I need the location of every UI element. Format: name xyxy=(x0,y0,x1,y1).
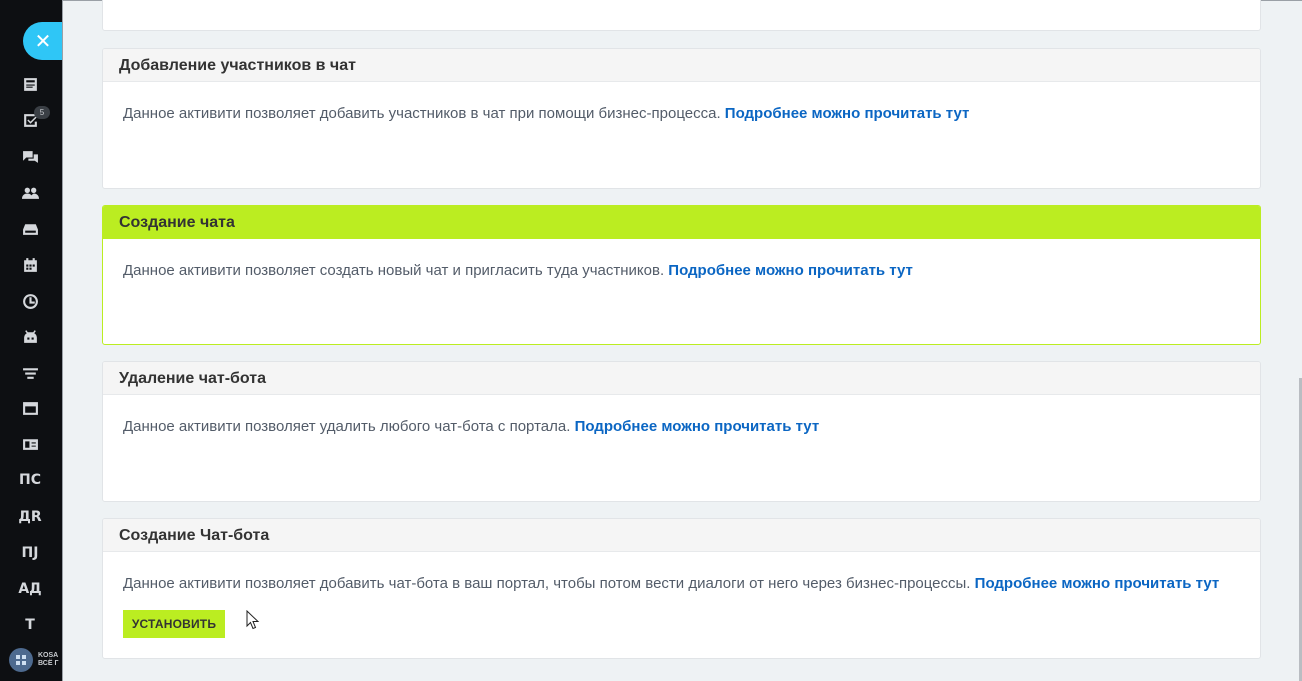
card-description: Данное активити позволяет удалить любого… xyxy=(103,395,1260,435)
description-text: Данное активити позволяет добавить участ… xyxy=(123,105,721,122)
chat-icon[interactable] xyxy=(21,148,39,166)
robot-icon[interactable] xyxy=(21,328,39,346)
card-title: Добавление участников в чат xyxy=(103,49,1260,82)
clock-icon[interactable] xyxy=(21,292,39,310)
logo-icon xyxy=(9,648,33,672)
activity-card-create-chatbot: Создание Чат-бота Данное активити позвол… xyxy=(102,518,1261,659)
read-more-link[interactable]: Подробнее можно прочитать тут xyxy=(975,575,1220,592)
calendar-icon[interactable] xyxy=(21,256,39,274)
users-icon[interactable] xyxy=(21,184,39,202)
read-more-link[interactable]: Подробнее можно прочитать тут xyxy=(668,262,913,279)
close-icon: ✕ xyxy=(34,29,52,53)
close-slider-button[interactable]: ✕ xyxy=(23,22,63,60)
contact-card-icon[interactable] xyxy=(21,435,39,453)
card-description: Данное активити позволяет добавить участ… xyxy=(103,82,1260,122)
drive-icon[interactable] xyxy=(21,220,39,238)
activity-card-create-chat: Создание чата Данное активити позволяет … xyxy=(102,205,1261,345)
read-more-link[interactable]: Подробнее можно прочитать тут xyxy=(575,418,820,435)
install-button[interactable]: УСТАНОВИТЬ xyxy=(123,610,225,638)
sidebar-item-ps[interactable]: ПС xyxy=(0,472,60,488)
sidebar-item-t[interactable]: Т xyxy=(0,617,60,633)
description-text: Данное активити позволяет добавить чат-б… xyxy=(123,575,971,592)
card-description: Данное активити позволяет добавить чат-б… xyxy=(103,552,1260,592)
card-title: Удаление чат-бота xyxy=(103,362,1260,395)
description-text: Данное активити позволяет создать новый … xyxy=(123,262,665,279)
card-description: Данное активити позволяет создать новый … xyxy=(103,239,1260,279)
brand-logo: KOSA ВСЁ Г xyxy=(9,646,63,674)
activity-card-add-chat-members: Добавление участников в чат Данное актив… xyxy=(102,48,1261,189)
left-sidebar: ✕ 5 ПС ДR ПJ АД Т KOSA ВСЁ Г xyxy=(0,0,63,681)
main-content: Добавление участников в чат Данное актив… xyxy=(62,0,1302,681)
logo-text: KOSA ВСЁ Г xyxy=(38,652,59,667)
activity-card-delete-chatbot: Удаление чат-бота Данное активити позвол… xyxy=(102,361,1261,502)
filter-icon[interactable] xyxy=(21,364,39,382)
read-more-link[interactable]: Подробнее можно прочитать тут xyxy=(725,105,970,122)
card-title: Создание чата xyxy=(103,206,1260,239)
sidebar-item-pj[interactable]: ПJ xyxy=(0,545,60,561)
card-title: Создание Чат-бота xyxy=(103,519,1260,552)
mouse-cursor-icon xyxy=(246,610,260,630)
tasks-count-badge: 5 xyxy=(34,106,50,119)
sidebar-item-ad[interactable]: АД xyxy=(0,581,60,597)
feed-icon[interactable] xyxy=(21,75,39,93)
activity-card-previous xyxy=(102,0,1261,31)
sidebar-item-dr[interactable]: ДR xyxy=(0,509,60,525)
window-icon[interactable] xyxy=(21,399,39,417)
description-text: Данное активити позволяет удалить любого… xyxy=(123,418,571,435)
